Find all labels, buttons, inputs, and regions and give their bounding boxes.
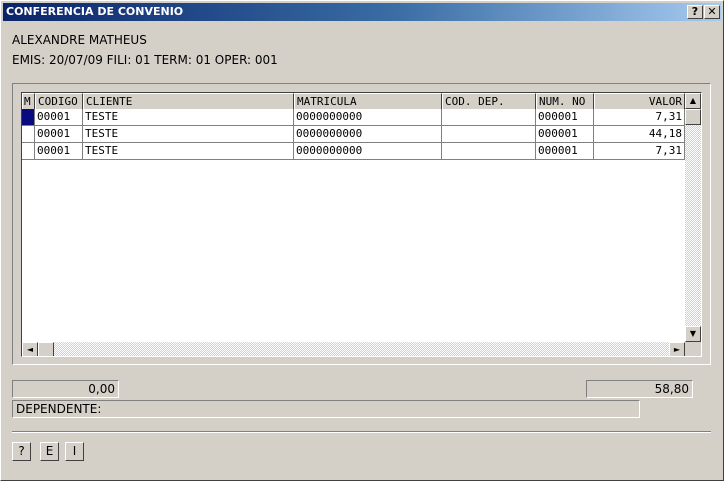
arrow-left-icon: ◄	[26, 345, 34, 354]
row-indicator-selected[interactable]	[22, 109, 35, 126]
cell-codigo[interactable]: 00001	[35, 143, 83, 160]
dependente-field: DEPENDENTE:	[12, 400, 640, 418]
cell-cliente[interactable]: TESTE	[83, 126, 294, 143]
arrow-up-icon: ▲	[689, 96, 697, 105]
cell-num-no[interactable]: 000001	[536, 143, 594, 160]
column-header-cod-dep[interactable]: COD. DEP.	[442, 93, 536, 110]
scroll-down-button[interactable]: ▼	[685, 326, 701, 342]
right-total-field: 58,80	[586, 380, 693, 398]
vertical-scroll-thumb[interactable]	[685, 109, 701, 125]
grid-header: M CODIGO CLIENTE MATRICULA COD. DEP. NUM…	[22, 93, 685, 110]
scroll-corner	[685, 342, 701, 356]
cell-cod-dep[interactable]	[442, 126, 536, 143]
cell-matricula[interactable]: 0000000000	[294, 126, 442, 143]
window-title: CONFERENCIA DE CONVENIO	[6, 5, 184, 18]
cell-cod-dep[interactable]	[442, 109, 536, 126]
cell-valor[interactable]: 7,31	[594, 109, 685, 126]
row-indicator[interactable]	[22, 126, 35, 143]
cell-codigo[interactable]: 00001	[35, 109, 83, 126]
column-header-valor[interactable]: VALOR	[594, 93, 685, 110]
column-header-cliente[interactable]: CLIENTE	[83, 93, 294, 110]
column-header-matricula[interactable]: MATRICULA	[294, 93, 442, 110]
scroll-right-button[interactable]: ►	[669, 342, 685, 356]
cell-cliente[interactable]: TESTE	[83, 109, 294, 126]
left-total-field: 0,00	[12, 380, 119, 398]
horizontal-scrollbar[interactable]: ◄ ►	[22, 342, 685, 356]
horizontal-scroll-thumb[interactable]	[38, 342, 54, 356]
column-header-num-no[interactable]: NUM. NO	[536, 93, 594, 110]
emission-info: EMIS: 20/07/09 FILI: 01 TERM: 01 OPER: 0…	[12, 53, 278, 67]
title-bar[interactable]: CONFERENCIA DE CONVENIO ? ✕	[3, 3, 721, 21]
cell-codigo[interactable]: 00001	[35, 126, 83, 143]
arrow-down-icon: ▼	[689, 329, 697, 338]
grid-body: M CODIGO CLIENTE MATRICULA COD. DEP. NUM…	[22, 93, 685, 342]
cell-valor[interactable]: 7,31	[594, 143, 685, 160]
help-button[interactable]: ?	[12, 442, 31, 461]
row-indicator[interactable]	[22, 143, 35, 160]
column-header-m[interactable]: M	[22, 93, 35, 110]
cell-num-no[interactable]: 000001	[536, 109, 594, 126]
cell-matricula[interactable]: 0000000000	[294, 143, 442, 160]
cell-matricula[interactable]: 0000000000	[294, 109, 442, 126]
help-title-button[interactable]: ?	[687, 5, 703, 19]
column-header-codigo[interactable]: CODIGO	[35, 93, 83, 110]
separator	[12, 431, 711, 433]
dialog-window: CONFERENCIA DE CONVENIO ? ✕ ALEXANDRE MA…	[0, 0, 724, 481]
scroll-left-button[interactable]: ◄	[22, 342, 38, 356]
convenio-grid[interactable]: M CODIGO CLIENTE MATRICULA COD. DEP. NUM…	[21, 92, 702, 357]
arrow-right-icon: ►	[673, 345, 681, 354]
operator-name: ALEXANDRE MATHEUS	[12, 33, 147, 47]
cell-num-no[interactable]: 000001	[536, 126, 594, 143]
cell-cod-dep[interactable]	[442, 143, 536, 160]
cell-valor[interactable]: 44,18	[594, 126, 685, 143]
e-button[interactable]: E	[40, 442, 59, 461]
i-button[interactable]: I	[65, 442, 84, 461]
close-button[interactable]: ✕	[704, 5, 720, 19]
vertical-scrollbar[interactable]: ▲ ▼	[685, 93, 701, 342]
cell-cliente[interactable]: TESTE	[83, 143, 294, 160]
scroll-up-button[interactable]: ▲	[685, 93, 701, 109]
